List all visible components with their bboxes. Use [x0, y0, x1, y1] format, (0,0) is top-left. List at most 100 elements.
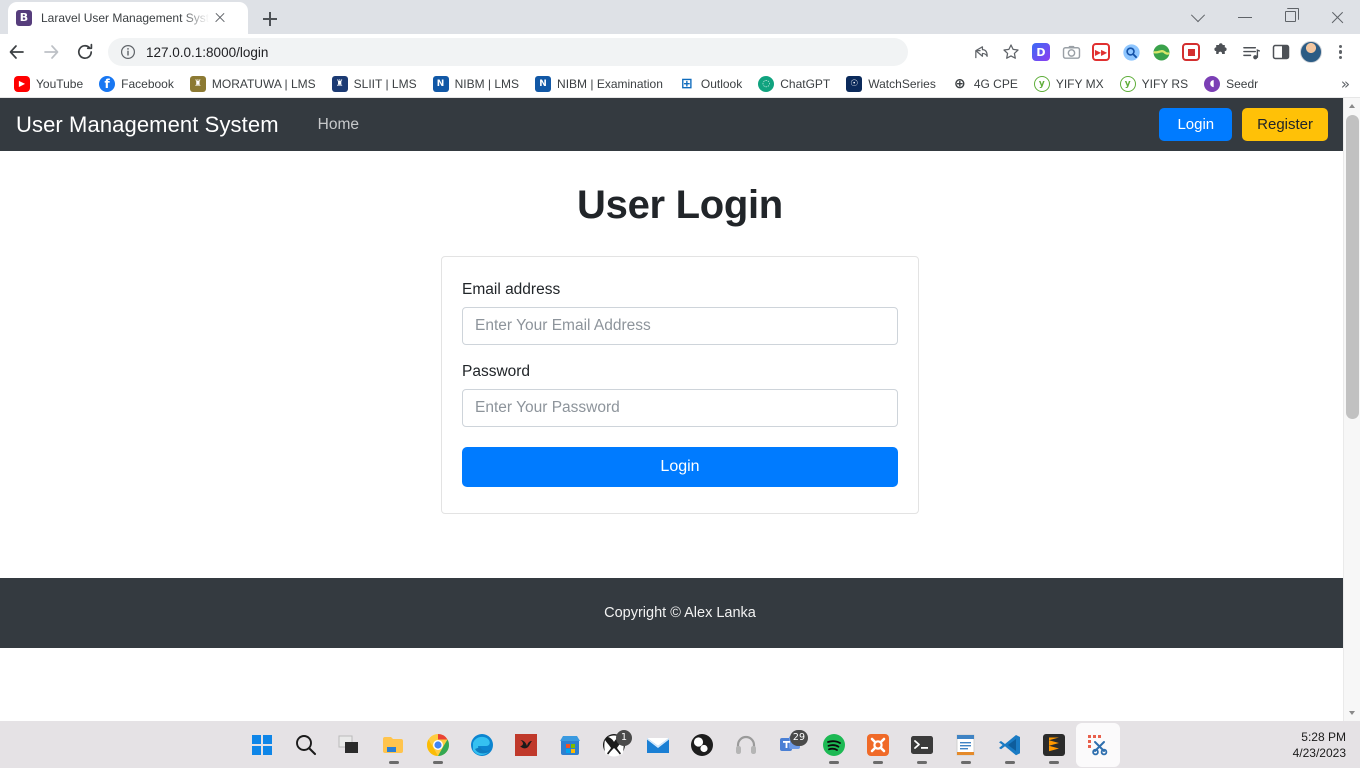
toolbar-icon-group: D ▶▶	[966, 37, 1360, 67]
scrollbar-thumb[interactable]	[1346, 115, 1359, 419]
taskbar-item-spotify[interactable]	[812, 723, 856, 767]
back-button[interactable]	[0, 35, 34, 69]
taskbar-item-snipping-tool[interactable]	[1076, 722, 1120, 767]
taskbar-badge: 29	[789, 729, 808, 746]
extension-search-icon[interactable]	[1116, 37, 1146, 67]
side-panel-icon[interactable]	[1266, 37, 1296, 67]
bookmark-item[interactable]: ☉ WatchSeries	[838, 72, 944, 96]
chrome-icon	[425, 732, 451, 758]
profile-avatar[interactable]	[1296, 37, 1326, 67]
taskbar-item-microsoft-store[interactable]	[548, 723, 592, 767]
taskbar-item-kali-linux[interactable]	[504, 723, 548, 767]
login-card: Email address Password Login	[441, 256, 919, 514]
login-submit-button[interactable]: Login	[462, 447, 898, 487]
taskbar-clock[interactable]: 5:28 PM 4/23/2023	[1293, 729, 1346, 761]
screen: B Laravel User Management System 127.0.0…	[0, 0, 1360, 768]
edge-icon	[469, 732, 495, 758]
bookmark-label: Outlook	[700, 76, 743, 91]
extensions-puzzle-icon[interactable]	[1206, 37, 1236, 67]
bookmark-item[interactable]: N NIBM | LMS	[425, 72, 527, 96]
page-viewport: User Management System Home Login Regist…	[0, 98, 1360, 721]
new-tab-button[interactable]	[256, 6, 284, 32]
bookmark-item[interactable]: ⊕ 4G CPE	[944, 72, 1026, 96]
spotify-icon	[821, 732, 847, 758]
watchseries-icon: ☉	[846, 75, 863, 92]
media-playlist-icon[interactable]	[1236, 37, 1266, 67]
bookmarks-overflow-button[interactable]: »	[1341, 75, 1350, 93]
close-window-button[interactable]	[1314, 0, 1360, 34]
store-icon	[557, 732, 583, 758]
taskbar-item-notepad[interactable]	[944, 723, 988, 767]
bookmark-label: SLIIT | LMS	[353, 76, 417, 91]
bookmark-item[interactable]: y YIFY MX	[1026, 72, 1112, 96]
reload-button[interactable]	[68, 35, 102, 69]
bookmark-item[interactable]: ◖ Seedr	[1196, 72, 1266, 96]
password-input[interactable]	[462, 389, 898, 427]
yify-icon: y	[1119, 75, 1136, 92]
tab-search-button[interactable]	[1176, 0, 1222, 34]
taskbar-item-microsoft-edge[interactable]	[460, 723, 504, 767]
taskbar-item-start-button[interactable]	[240, 723, 284, 767]
page-scrollbar[interactable]	[1343, 98, 1360, 721]
scroll-up-arrow-icon[interactable]	[1344, 98, 1360, 115]
navbar-register-button[interactable]: Register	[1242, 108, 1328, 141]
email-input[interactable]	[462, 307, 898, 345]
taskbar-item-xbox[interactable]: 1	[592, 723, 636, 767]
scroll-down-arrow-icon[interactable]	[1344, 704, 1360, 721]
extension-record-icon[interactable]	[1176, 37, 1206, 67]
chevron-down-icon	[1190, 8, 1206, 23]
navbar-login-button[interactable]: Login	[1159, 108, 1233, 141]
bookmark-item[interactable]: ♜ SLIIT | LMS	[324, 72, 425, 96]
tab-favicon-icon: B	[16, 10, 32, 26]
sliit-crest-icon: ♜	[331, 75, 348, 92]
copyright-text: Copyright © Alex Lanka	[604, 605, 756, 621]
minimize-button[interactable]	[1222, 0, 1268, 34]
bookmark-item[interactable]: f Facebook	[91, 72, 182, 96]
bookmark-item[interactable]: ♜ MORATUWA | LMS	[182, 72, 324, 96]
bookmark-item[interactable]: N NIBM | Examination	[527, 72, 671, 96]
browser-chrome: B Laravel User Management System 127.0.0…	[0, 0, 1360, 98]
sublime-icon	[1041, 732, 1067, 758]
globe-icon: ⊕	[951, 75, 968, 92]
tab-strip: B Laravel User Management System	[0, 0, 1360, 34]
bookmark-label: WatchSeries	[868, 76, 936, 91]
taskbar-item-task-view-button[interactable]	[328, 723, 372, 767]
bookmark-item[interactable]: ⊞ Outlook	[671, 72, 750, 96]
taskbar-item-headset-app[interactable]	[724, 723, 768, 767]
taskbar-item-xampp[interactable]	[856, 723, 900, 767]
site-brand[interactable]: User Management System	[16, 112, 279, 138]
extension-dashlane-icon[interactable]: D	[1026, 37, 1056, 67]
extension-idm-icon[interactable]: ▶▶	[1086, 37, 1116, 67]
taskbar-item-search-button[interactable]	[284, 723, 328, 767]
chatgpt-icon: ◌	[758, 75, 775, 92]
taskbar-item-teams[interactable]: 29	[768, 723, 812, 767]
nav-link-home[interactable]: Home	[318, 116, 359, 134]
bookmark-star-icon[interactable]	[996, 37, 1026, 67]
forward-button[interactable]	[34, 35, 68, 69]
taskbar-item-visual-studio-code[interactable]	[988, 723, 1032, 767]
tab-close-icon[interactable]	[211, 9, 229, 27]
taskbar-item-terminal[interactable]	[900, 723, 944, 767]
bookmark-label: Seedr	[1226, 76, 1259, 91]
extension-globe-icon[interactable]	[1146, 37, 1176, 67]
chrome-menu-icon[interactable]	[1326, 37, 1356, 67]
extension-screenshot-icon[interactable]	[1056, 37, 1086, 67]
page-title: User Login	[577, 183, 783, 227]
taskbar-item-sublime-text[interactable]	[1032, 723, 1076, 767]
taskbar-item-google-chrome[interactable]	[416, 723, 460, 767]
taskbar-item-mail[interactable]	[636, 723, 680, 767]
xbox-icon: 1	[601, 729, 632, 758]
bookmark-label: YIFY RS	[1141, 76, 1189, 91]
taskbar-item-file-explorer[interactable]	[372, 723, 416, 767]
mail-icon	[645, 732, 671, 758]
taskbar-item-obs-studio[interactable]	[680, 723, 724, 767]
browser-tab[interactable]: B Laravel User Management System	[8, 2, 248, 34]
bookmark-item[interactable]: ▶ YouTube	[6, 72, 91, 96]
obs-icon	[689, 732, 715, 758]
maximize-button[interactable]	[1268, 0, 1314, 34]
share-icon[interactable]	[966, 37, 996, 67]
address-bar[interactable]: 127.0.0.1:8000/login	[108, 38, 908, 66]
bookmark-item[interactable]: ◌ ChatGPT	[750, 72, 838, 96]
forward-arrow-icon	[44, 45, 59, 59]
bookmark-item[interactable]: y YIFY RS	[1112, 72, 1196, 96]
